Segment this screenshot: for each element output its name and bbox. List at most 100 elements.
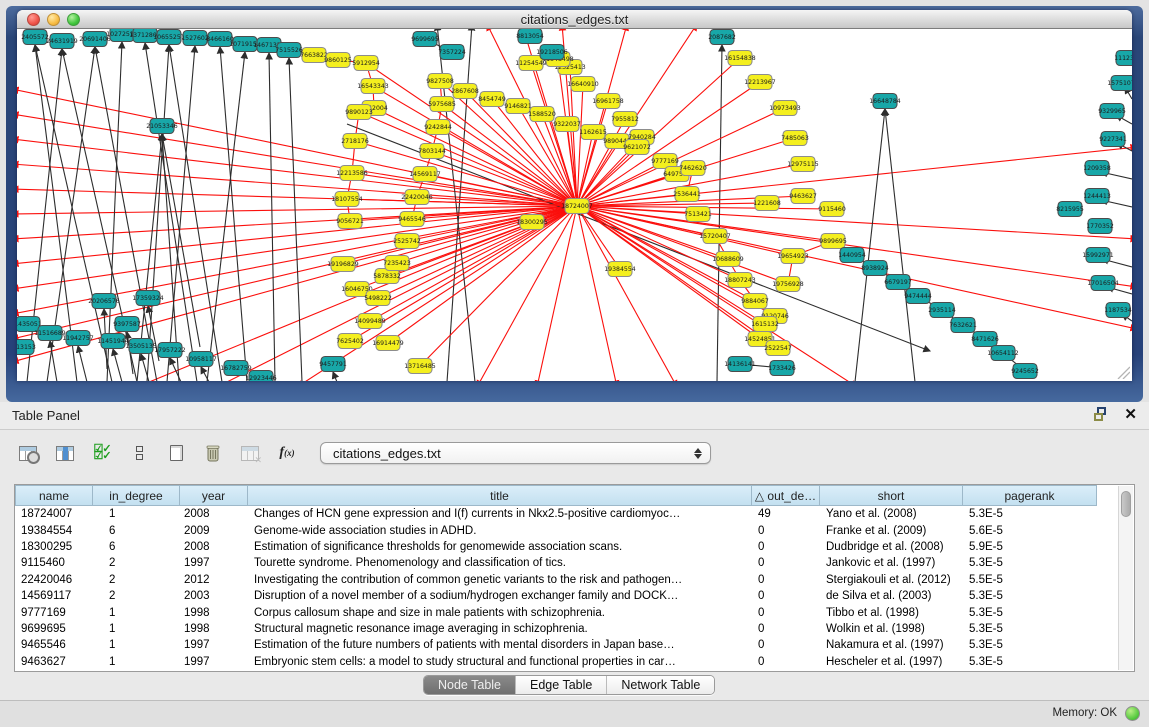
network-node-selected[interactable]: 18107554 (331, 192, 363, 207)
column-header-short[interactable]: short (820, 485, 963, 506)
graph-edge[interactable] (355, 141, 577, 206)
table-cell[interactable]: 0 (752, 557, 820, 569)
network-node[interactable]: 7357224 (438, 45, 466, 60)
table-cell[interactable]: 0 (752, 623, 820, 635)
float-panel-icon[interactable] (1094, 407, 1110, 422)
network-node-selected[interactable]: 22420046 (401, 190, 433, 205)
network-node[interactable]: 9457791 (319, 357, 347, 372)
network-node-selected[interactable]: 18807243 (724, 273, 756, 288)
network-node-selected[interactable]: 7485063 (781, 131, 809, 146)
table-cell[interactable]: 9115460 (15, 557, 93, 569)
table-cell[interactable]: 0 (752, 525, 820, 537)
graph-edge[interactable] (717, 45, 722, 381)
network-node-selected[interactable]: 9884067 (741, 294, 769, 309)
table-cell[interactable]: 19384554 (15, 525, 93, 537)
graph-edge[interactable] (577, 206, 617, 381)
network-node-selected[interactable]: 12975115 (787, 157, 819, 172)
close-panel-icon[interactable]: ✕ (1124, 407, 1137, 422)
network-node[interactable]: 17016504 (1087, 276, 1119, 291)
table-cell[interactable]: 0 (752, 574, 820, 586)
table-cell[interactable]: 2012 (180, 574, 248, 586)
network-node[interactable]: 19218506 (536, 45, 568, 60)
table-cell[interactable]: 1 (93, 639, 180, 651)
network-node[interactable]: 8813054 (516, 29, 544, 44)
network-node[interactable]: 1440954 (838, 248, 866, 263)
minimize-window-icon[interactable] (47, 13, 60, 26)
network-node[interactable]: 8471626 (971, 332, 999, 347)
network-node[interactable]: 15751074 (1107, 76, 1132, 91)
table-row[interactable]: 1830029562008Estimation of significance … (15, 539, 1134, 555)
network-node-selected[interactable]: 7513421 (684, 207, 712, 222)
network-node[interactable]: 8938924 (861, 261, 889, 276)
column-header-title[interactable]: title (248, 485, 752, 506)
tab-edge-table[interactable]: Edge Table (515, 676, 606, 694)
column-header-year[interactable]: year (180, 485, 248, 506)
network-node[interactable]: 10655257 (153, 30, 185, 45)
table-cell[interactable]: Changes of HCN gene expression and I(f) … (248, 508, 752, 520)
network-node[interactable]: 1733426 (768, 361, 796, 376)
network-node-selected[interactable]: 16961758 (592, 94, 624, 109)
graph-edge[interactable] (113, 349, 122, 381)
table-cell[interactable]: 1997 (180, 639, 248, 651)
table-cell[interactable]: Tourette syndrome. Phenomenology and cla… (248, 557, 752, 569)
network-node[interactable]: 12923446 (245, 371, 277, 382)
graph-edge[interactable] (477, 206, 577, 381)
table-row[interactable]: 946554611997Estimation of the future num… (15, 637, 1134, 653)
table-cell[interactable]: Estimation of significance thresholds fo… (248, 541, 752, 553)
network-node-selected[interactable]: 5498222 (364, 291, 392, 306)
table-scrollbar-thumb[interactable] (1121, 491, 1131, 517)
table-cell[interactable]: 2009 (180, 525, 248, 537)
network-node-selected[interactable]: 2718176 (341, 134, 369, 149)
table-cell[interactable]: Hescheler et al. (1997) (820, 656, 963, 668)
network-node-selected[interactable]: 8454749 (478, 92, 506, 107)
network-node[interactable]: 14136141 (724, 357, 756, 372)
network-node-selected[interactable]: 10973493 (769, 101, 801, 116)
graph-edge[interactable] (169, 45, 222, 381)
network-node-selected[interactable]: 2867608 (451, 84, 479, 99)
network-node[interactable]: 11451944 (97, 334, 129, 349)
table-row[interactable]: 2242004622012Investigating the contribut… (15, 572, 1134, 588)
network-node-selected[interactable]: 9242844 (424, 120, 452, 135)
network-node-selected[interactable]: 12213967 (744, 75, 776, 90)
network-node-selected[interactable]: 9890123 (345, 105, 373, 120)
table-cell[interactable]: 9699695 (15, 623, 93, 635)
table-cell[interactable]: Disruption of a novel member of a sodium… (248, 590, 752, 602)
table-cell[interactable]: 5.3E-5 (963, 639, 1097, 651)
table-cell[interactable]: Estimation of the future numbers of pati… (248, 639, 752, 651)
network-node[interactable]: 7632621 (949, 318, 977, 333)
select-columns-button[interactable]: ☑✓☑✓ (88, 438, 116, 468)
network-node[interactable]: 16648784 (869, 94, 901, 109)
table-row[interactable]: 1938455462009Genome-wide association stu… (15, 522, 1134, 538)
network-node-selected[interactable]: 1221608 (753, 196, 781, 211)
network-graph[interactable]: 7663822986012559129541654334323420049890… (17, 29, 1132, 381)
table-cell[interactable]: 5.3E-5 (963, 590, 1097, 602)
network-node[interactable]: 20206576 (88, 294, 120, 309)
network-node[interactable]: 1112304 (1114, 51, 1132, 66)
network-node-selected[interactable]: 19756928 (772, 277, 804, 292)
table-cell[interactable]: 1 (93, 656, 180, 668)
network-node[interactable]: 9397587 (113, 317, 141, 332)
table-cell[interactable]: Franke et al. (2009) (820, 525, 963, 537)
graph-edge[interactable] (333, 372, 337, 381)
table-cell[interactable]: Structural magnetic resonance image aver… (248, 623, 752, 635)
network-node-selected[interactable]: 18300295 (516, 215, 548, 230)
network-node[interactable]: 9313153 (17, 340, 36, 355)
delete-table-button[interactable] (199, 438, 227, 468)
table-cell[interactable]: 1 (93, 607, 180, 619)
network-node-selected[interactable]: 9899695 (819, 234, 847, 249)
table-row[interactable]: 946362711997Embryonic stem cells: a mode… (15, 654, 1134, 670)
zoom-window-icon[interactable] (67, 13, 80, 26)
network-node[interactable]: 1187534 (1104, 303, 1132, 318)
network-node-selected[interactable]: 16154838 (724, 51, 756, 66)
network-node[interactable]: 24631919 (46, 34, 78, 49)
tab-node-table[interactable]: Node Table (424, 676, 515, 694)
network-node-selected[interactable]: 2522547 (764, 341, 792, 356)
network-node-selected[interactable]: 19196829 (327, 257, 359, 272)
graph-edge[interactable] (885, 109, 915, 381)
table-cell[interactable]: Investigating the contribution of common… (248, 574, 752, 586)
table-cell[interactable]: 1998 (180, 623, 248, 635)
network-node[interactable]: 2087682 (708, 30, 736, 45)
function-builder-button[interactable]: f(x) (273, 438, 301, 468)
network-node-selected[interactable]: 19654923 (777, 249, 809, 264)
table-cell[interactable]: 2008 (180, 508, 248, 520)
